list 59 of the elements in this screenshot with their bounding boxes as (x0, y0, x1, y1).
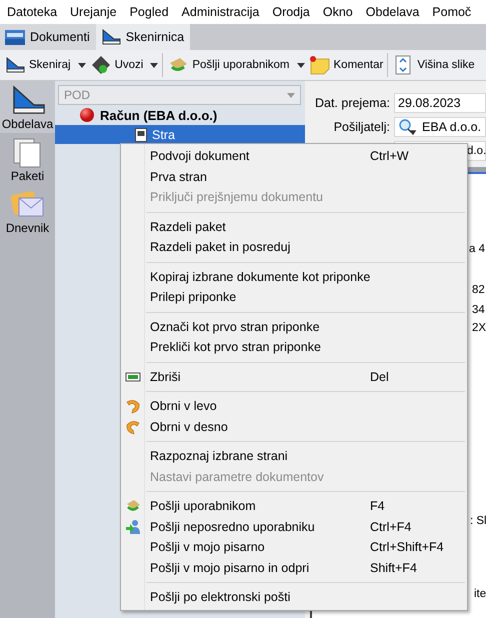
menu-item[interactable]: Datoteka (7, 5, 58, 19)
status-icon (79, 107, 95, 123)
tab[interactable]: Skenirnica (96, 24, 190, 50)
note-icon (308, 55, 330, 75)
caret-icon (287, 92, 295, 98)
rotate-icon (125, 398, 141, 414)
menu-item[interactable]: Zbriši Del (121, 366, 467, 387)
menu-item[interactable]: Pošlji v mojo pisarno Ctrl+Shift+F4 (121, 537, 467, 558)
menu-item[interactable]: Razpoznaj izbrane strani (121, 446, 467, 466)
menu-item[interactable]: Urejanje (70, 5, 117, 19)
menu-item[interactable]: Obrni v levo (121, 396, 467, 416)
menu-item[interactable]: Obdelava (366, 5, 420, 19)
input-field[interactable]: 29.08.2023 (394, 93, 486, 113)
menu-item[interactable]: Okno (322, 5, 353, 19)
folder-icon (4, 27, 26, 47)
menu-item[interactable]: Pošlji uporabnikom F4 (121, 496, 467, 516)
user-icon (125, 518, 141, 535)
document-text: a 4 (469, 243, 485, 255)
menu-item[interactable]: Administracija (182, 5, 260, 19)
nav-item[interactable]: Obdelava (0, 81, 55, 133)
nav-item[interactable]: Paketi (0, 133, 55, 185)
menu-item[interactable]: Orodja (272, 5, 310, 19)
menu-item[interactable]: Prilepi priponke (121, 287, 467, 308)
menu-item[interactable]: Pošlji po elektronski pošti (121, 587, 467, 608)
toolbar-button[interactable]: Uvozi (90, 55, 158, 75)
tree-item[interactable]: Stra (55, 125, 305, 144)
field-label: Dat. prejema: (314, 96, 390, 110)
diamond-icon (90, 55, 112, 75)
menu-item[interactable]: Pogled (130, 5, 169, 19)
menu-item[interactable]: Prva stran (121, 166, 467, 187)
document-text: : Sl (470, 515, 486, 527)
scanner-icon (4, 55, 26, 75)
field-label: Pošiljatelj: (334, 120, 390, 134)
nav-item[interactable]: Dnevnik (0, 185, 55, 237)
rotate-icon (125, 418, 141, 435)
menu-item[interactable]: Označi kot prvo stran priponke (121, 316, 467, 337)
toolbar-button[interactable]: Pošlji uporabnikom (167, 55, 304, 75)
menu-item[interactable]: Obrni v desno (121, 416, 467, 437)
document-text: 2X (472, 322, 486, 334)
menu-item[interactable]: Pošlji neposredno uporabniku Ctrl+F4 (121, 516, 467, 537)
document-text: 82 (472, 284, 485, 296)
tab[interactable]: Dokumenti (0, 24, 96, 50)
document-text: ite (474, 588, 486, 600)
toolbar-button[interactable]: Skeniraj (4, 55, 86, 75)
menu-item[interactable]: Kopiraj izbrane dokumente kot priponke (121, 266, 467, 287)
menu-item[interactable]: Razdeli paket in posreduj (121, 237, 467, 258)
toolbar-button[interactable]: Komentar (308, 55, 384, 75)
page-icon (135, 128, 147, 142)
menu-item[interactable]: Prekliči kot prvo stran priponke (121, 337, 467, 358)
menu-item[interactable]: Razdeli paket (121, 216, 467, 237)
tree-item[interactable]: Račun (EBA d.o.o.) (55, 105, 305, 125)
menu-item[interactable]: Pošlji v mojo pisarno in odpri Shift+F4 (121, 558, 467, 578)
search-icon (398, 119, 416, 135)
document-text: 34 (472, 304, 485, 316)
toolbar-button[interactable]: Višina slike (392, 55, 475, 75)
scanner-icon (100, 27, 122, 47)
input-field[interactable]: EBA d.o.o. (394, 117, 486, 137)
menu-item[interactable]: Podvoji dokument Ctrl+W (121, 146, 467, 166)
menu-item[interactable]: Pomoč (432, 5, 472, 19)
